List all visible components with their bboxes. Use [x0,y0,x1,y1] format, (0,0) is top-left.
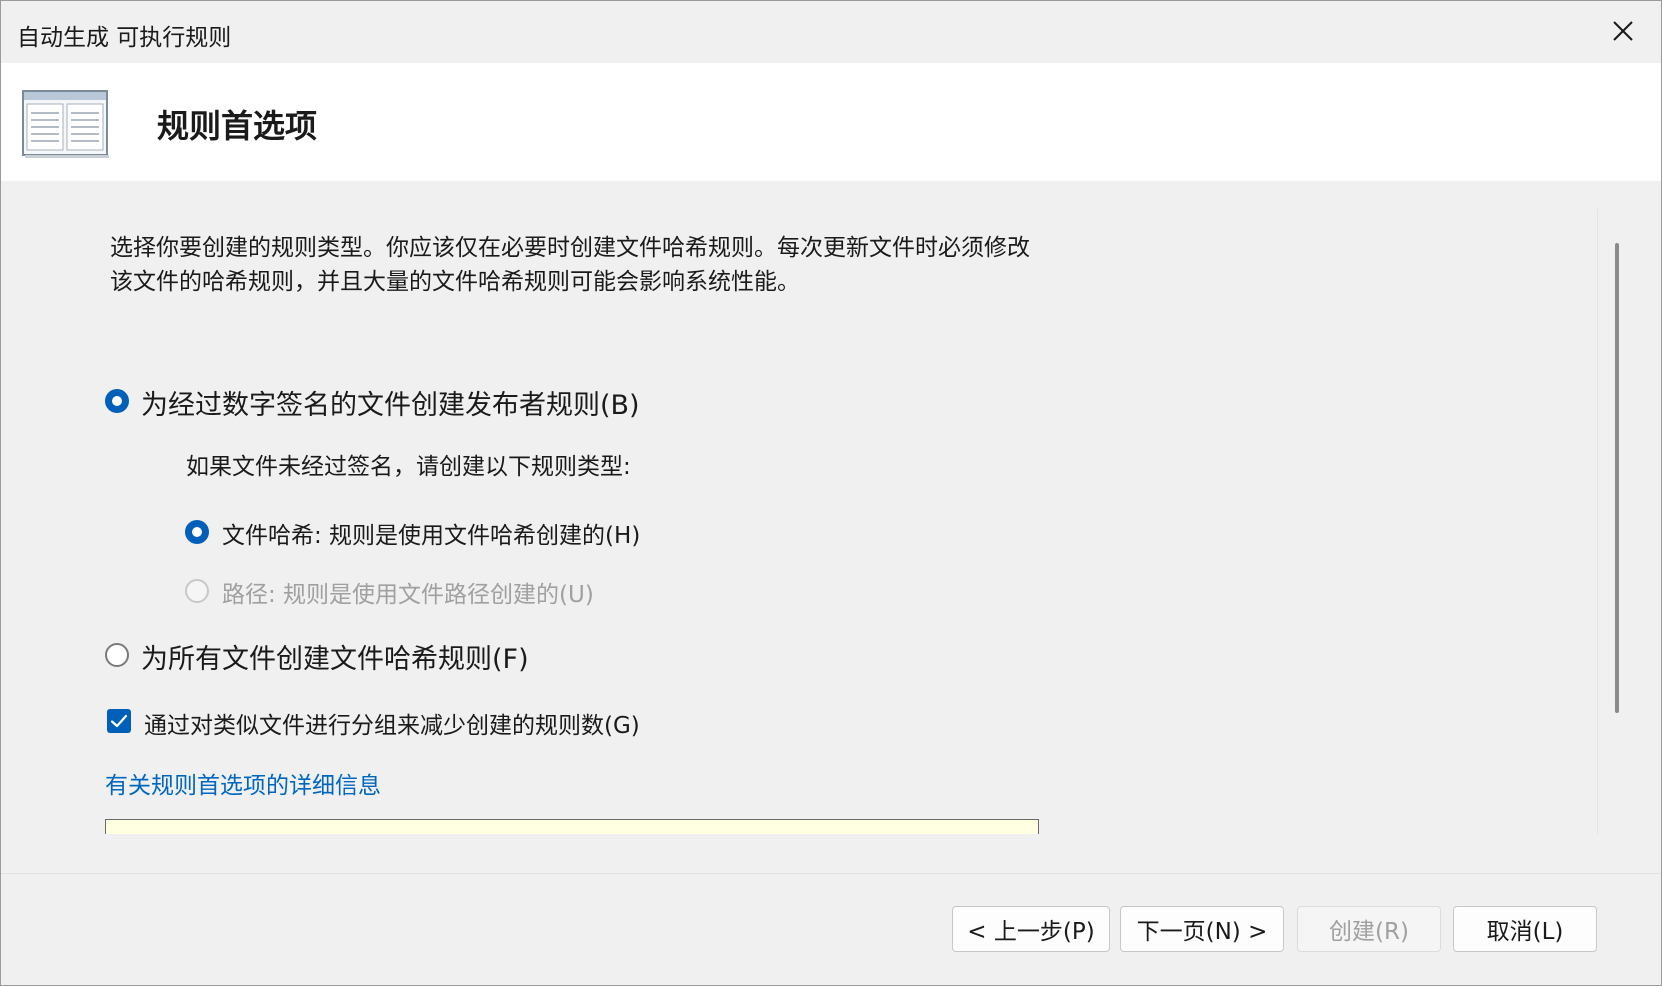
checkmark-icon [110,714,128,728]
wizard-header: 规则首选项 [1,63,1661,181]
more-info-link[interactable]: 有关规则首选项的详细信息 [105,766,381,800]
window-title: 自动生成 可执行规则 [17,25,232,51]
next-button[interactable]: 下一页(N) > [1120,906,1284,952]
back-button[interactable]: < 上一步(P) [952,906,1110,952]
window-list-icon [21,89,111,159]
footer-divider [1,873,1661,874]
file-hash-label[interactable]: 文件哈希: 规则是使用文件哈希创建的(H) [222,516,640,550]
radio-publisher-rule[interactable] [105,389,129,413]
radio-file-hash[interactable] [185,520,209,544]
close-icon[interactable] [1603,11,1643,51]
title-bar: 自动生成 可执行规则 [1,1,1661,63]
create-button: 创建(R) [1297,906,1441,952]
group-similar-checkbox[interactable] [107,709,131,733]
page-title: 规则首选项 [157,107,318,145]
publisher-rule-label[interactable]: 为经过数字签名的文件创建发布者规则(B) [141,383,640,422]
cancel-button[interactable]: 取消(L) [1453,906,1597,952]
all-hash-rule-label[interactable]: 为所有文件创建文件哈希规则(F) [141,637,529,676]
group-similar-label[interactable]: 通过对类似文件进行分组来减少创建的规则数(G) [144,706,640,740]
path-label: 路径: 规则是使用文件路径创建的(U) [222,582,594,608]
unsigned-heading: 如果文件未经过签名，请创建以下规则类型: [186,454,631,480]
info-box [105,819,1039,834]
dialog-window: 自动生成 可执行规则 规则首选项 选择你要创建的规则类型。你应该仅在必要时创建文… [0,0,1662,986]
description-text: 选择你要创建的规则类型。你应该仅在必要时创建文件哈希规则。每次更新文件时必须修改… [110,235,1030,295]
radio-path [185,579,209,603]
vertical-scrollbar[interactable] [1615,243,1619,713]
content-area: 选择你要创建的规则类型。你应该仅在必要时创建文件哈希规则。每次更新文件时必须修改… [1,181,1599,834]
radio-all-hash-rule[interactable] [105,643,129,667]
